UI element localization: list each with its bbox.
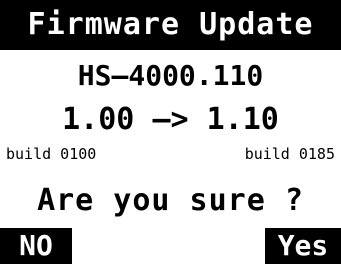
yes-button[interactable]: Yes xyxy=(265,228,341,264)
new-build: build 0185 xyxy=(244,145,335,163)
screen-title: Firmware Update xyxy=(0,0,341,50)
no-button[interactable]: NO xyxy=(0,228,72,264)
arrow-icon: —> xyxy=(152,102,189,137)
confirm-prompt: Are you sure ? xyxy=(37,183,304,218)
current-build: build 0100 xyxy=(6,145,97,163)
firmware-update-screen: Firmware Update HS—4000.110 1.00 —> 1.10… xyxy=(0,0,341,264)
model-number: HS—4000.110 xyxy=(77,59,264,92)
new-version: 1.10 xyxy=(206,102,279,137)
current-version: 1.00 xyxy=(62,102,135,137)
version-change: 1.00 —> 1.10 xyxy=(0,99,341,141)
